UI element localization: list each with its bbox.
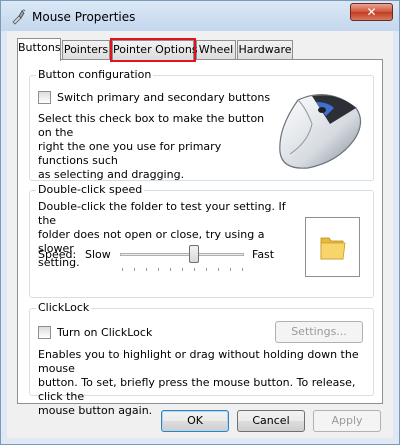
folder-icon[interactable] (319, 232, 347, 265)
slider-tick (146, 268, 147, 271)
tab-hardware[interactable]: Hardware (237, 40, 293, 60)
slider-tick (170, 268, 171, 271)
double-click-speed-title: Double-click speed (36, 183, 145, 196)
double-click-speed-group: Double-click speed Double-click the fold… (29, 183, 374, 298)
double-click-speed-slider-thumb[interactable] (189, 245, 199, 263)
window-title: Mouse Properties (32, 10, 136, 24)
tab-pointers[interactable]: Pointers (62, 40, 110, 60)
tab-panel-buttons: Button configuration Switch primary and … (17, 59, 383, 417)
slider-tick (158, 268, 159, 271)
slider-tick (218, 268, 219, 271)
tab-label: Wheel (198, 43, 234, 56)
slow-label: Slow (85, 248, 111, 261)
mouse-properties-window: Mouse Properties ✕ Buttons Pointers Poin… (0, 0, 400, 445)
button-configuration-title: Button configuration (36, 68, 154, 81)
turn-on-clicklock-label[interactable]: Turn on ClickLock (57, 326, 152, 339)
mouse-illustration-icon (268, 78, 368, 176)
turn-on-clicklock-checkbox[interactable] (38, 326, 51, 339)
clicklock-title: ClickLock (36, 301, 92, 314)
double-click-test-area[interactable] (305, 217, 360, 277)
tab-label: Pointer Options (113, 43, 198, 56)
tab-label: Buttons (18, 41, 61, 54)
description-line: as selecting and dragging. (38, 168, 185, 181)
switch-buttons-checkbox[interactable] (38, 91, 51, 104)
description-line: right the one you use for primary functi… (38, 140, 222, 167)
slider-tick (122, 268, 123, 271)
switch-buttons-label[interactable]: Switch primary and secondary buttons (57, 91, 270, 104)
description-line: Select this check box to make the button… (38, 112, 265, 139)
slider-tick (206, 268, 207, 271)
mouse-icon (10, 9, 26, 25)
close-icon: ✕ (366, 5, 377, 19)
speed-label: Speed: (38, 248, 77, 261)
tab-wheel[interactable]: Wheel (196, 40, 236, 60)
slider-tick (242, 268, 243, 271)
tab-pointer-options[interactable]: Pointer Options (110, 38, 198, 62)
description-line: mouse button again. (38, 404, 153, 417)
description-line: Double-click the folder to test your set… (38, 200, 286, 227)
tab-label: Hardware (238, 43, 292, 56)
title-bar[interactable]: Mouse Properties ✕ (1, 1, 399, 31)
clicklock-settings-button[interactable]: Settings... (275, 321, 363, 343)
description-line: button. To set, briefly press the mouse … (38, 376, 356, 403)
tab-label: Pointers (63, 43, 109, 56)
fast-label: Fast (252, 248, 275, 261)
double-click-speed-slider-track[interactable] (120, 253, 244, 256)
button-configuration-description: Select this check box to make the button… (38, 112, 268, 182)
clicklock-group: ClickLock Turn on ClickLock Settings... … (29, 301, 374, 417)
slider-tick (134, 268, 135, 271)
slider-tick (230, 268, 231, 271)
slider-tick (194, 268, 195, 271)
close-button[interactable]: ✕ (350, 3, 393, 21)
description-line: Enables you to highlight or drag without… (38, 348, 359, 375)
clicklock-description: Enables you to highlight or drag without… (38, 348, 373, 418)
tab-buttons[interactable]: Buttons (17, 38, 61, 61)
button-configuration-group: Button configuration Switch primary and … (29, 68, 374, 182)
dialog-client-area: Buttons Pointers Pointer Options Wheel H… (7, 31, 393, 438)
slider-tick (182, 268, 183, 271)
